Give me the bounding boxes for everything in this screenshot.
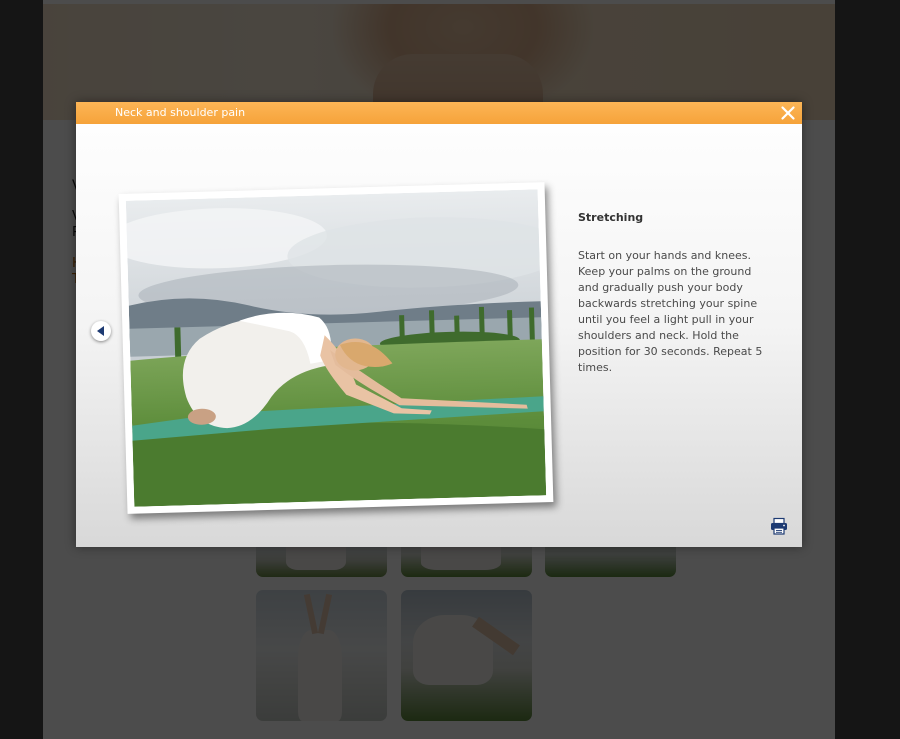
stretching-photo-illustration (125, 189, 547, 507)
exercise-modal: Neck and shoulder pain Stretching Start … (76, 102, 802, 547)
exercise-photo (125, 189, 547, 507)
close-icon (781, 106, 795, 120)
print-button[interactable] (770, 517, 788, 535)
exercise-description: Start on your hands and knees. Keep your… (578, 249, 763, 374)
exercise-heading: Stretching (578, 211, 644, 224)
modal-title: Neck and shoulder pain (115, 106, 246, 119)
modal-header: Neck and shoulder pain (76, 102, 802, 124)
close-button[interactable] (779, 104, 797, 122)
exercise-photo-frame (118, 182, 554, 514)
chevron-left-icon (97, 326, 104, 336)
previous-button[interactable] (91, 321, 111, 341)
printer-icon (771, 517, 787, 535)
